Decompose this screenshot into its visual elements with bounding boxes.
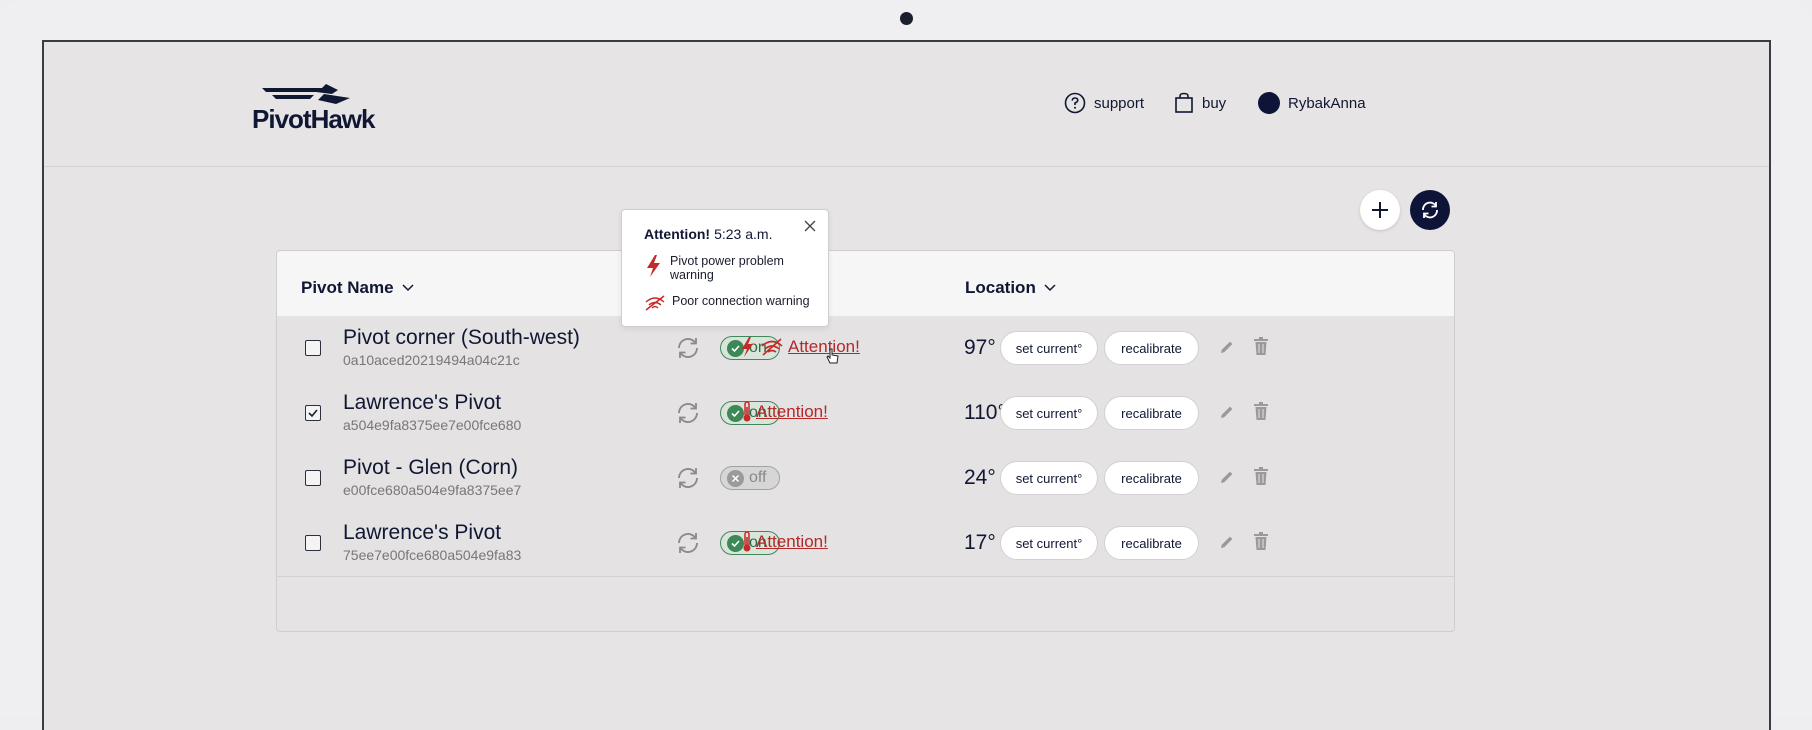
recalibrate-button[interactable]: recalibrate bbox=[1104, 461, 1199, 495]
trash-icon[interactable] bbox=[1253, 401, 1269, 421]
check-icon bbox=[308, 409, 318, 418]
location-degrees: 97° bbox=[964, 336, 996, 359]
pivot-table: Pivot Name Location Pivot corner (South-… bbox=[276, 250, 1455, 632]
pivot-name: Lawrence's Pivot bbox=[343, 391, 502, 414]
recalibrate-button[interactable]: recalibrate bbox=[1104, 396, 1199, 430]
pivot-name: Pivot corner (South-west) bbox=[343, 326, 580, 349]
support-link[interactable]: support bbox=[1064, 92, 1144, 114]
set-current-button[interactable]: set current° bbox=[1000, 331, 1098, 365]
attention-link[interactable]: Attention! bbox=[756, 532, 828, 552]
add-pivot-button[interactable] bbox=[1360, 190, 1400, 230]
alert-group: Attention! bbox=[740, 336, 860, 358]
close-icon[interactable] bbox=[804, 220, 816, 232]
support-label: support bbox=[1094, 94, 1145, 112]
connection-warning-icon bbox=[761, 338, 783, 356]
trash-icon[interactable] bbox=[1253, 336, 1269, 356]
alert-group: Attention! bbox=[742, 401, 828, 423]
hand-cursor-icon bbox=[826, 348, 839, 364]
column-location[interactable]: Location bbox=[965, 278, 1056, 298]
pencil-icon[interactable] bbox=[1219, 469, 1235, 485]
brand-name: PivotHawk bbox=[252, 104, 375, 134]
popup-title: Attention! 5:23 a.m. bbox=[644, 226, 773, 242]
top-bar: PivotHawk support buy RybakAnna bbox=[44, 42, 1769, 167]
attention-link[interactable]: Attention! bbox=[756, 402, 828, 422]
connection-warning-icon bbox=[645, 295, 665, 311]
chevron-down-icon bbox=[402, 284, 414, 292]
buy-label: buy bbox=[1202, 94, 1227, 112]
popup-item-connection: Poor connection warning bbox=[644, 294, 810, 312]
status-label: off bbox=[749, 469, 767, 486]
sync-icon[interactable] bbox=[674, 399, 702, 427]
pivot-name: Pivot - Glen (Corn) bbox=[343, 456, 519, 479]
location-degrees: 17° bbox=[964, 531, 996, 554]
pivot-id: 0a10aced20219494a04c21c bbox=[343, 352, 520, 368]
refresh-all-button[interactable] bbox=[1410, 190, 1450, 230]
sync-icon[interactable] bbox=[674, 529, 702, 557]
set-current-button[interactable]: set current° bbox=[1000, 396, 1098, 430]
buy-link[interactable]: buy bbox=[1174, 92, 1226, 114]
sync-icon[interactable] bbox=[674, 334, 702, 362]
recalibrate-button[interactable]: recalibrate bbox=[1104, 331, 1199, 365]
pivot-id: a504e9fa8375ee7e00fce680 bbox=[343, 417, 522, 433]
popup-time: 5:23 a.m. bbox=[714, 226, 773, 242]
attention-link[interactable]: Attention! bbox=[788, 337, 860, 357]
user-name: RybakAnna bbox=[1288, 94, 1366, 112]
alert-group: Attention! bbox=[742, 531, 828, 553]
sync-icon[interactable] bbox=[674, 464, 702, 492]
popup-item-power: Pivot power problem warning bbox=[644, 254, 814, 282]
shopping-bag-icon bbox=[1175, 92, 1193, 113]
pencil-icon[interactable] bbox=[1219, 404, 1235, 420]
row-checkbox[interactable] bbox=[305, 405, 321, 421]
recalibrate-button[interactable]: recalibrate bbox=[1104, 526, 1199, 560]
pivot-name: Lawrence's Pivot bbox=[343, 521, 502, 544]
table-row[interactable]: Pivot corner (South-west) 0a10aced202194… bbox=[277, 316, 1454, 382]
chevron-down-icon bbox=[1044, 284, 1056, 292]
column-pivot-name[interactable]: Pivot Name bbox=[301, 278, 414, 298]
row-checkbox[interactable] bbox=[305, 470, 321, 486]
pencil-icon[interactable] bbox=[1219, 339, 1235, 355]
table-row[interactable]: Pivot - Glen (Corn) e00fce680a504e9fa837… bbox=[277, 446, 1454, 512]
x-circle-icon bbox=[727, 469, 744, 487]
thermometer-icon bbox=[743, 401, 751, 422]
laptop-frame: PivotHawk support buy RybakAnna Pivot Na… bbox=[0, 0, 1812, 730]
power-warning-icon bbox=[742, 337, 753, 357]
plus-icon bbox=[1372, 202, 1388, 218]
row-checkbox[interactable] bbox=[305, 535, 321, 551]
camera-dot bbox=[900, 12, 913, 25]
trash-icon[interactable] bbox=[1253, 531, 1269, 551]
row-checkbox[interactable] bbox=[305, 340, 321, 356]
help-circle-icon bbox=[1064, 92, 1086, 114]
table-row[interactable]: Lawrence's Pivot 75ee7e00fce680a504e9fa8… bbox=[277, 511, 1454, 577]
set-current-button[interactable]: set current° bbox=[1000, 526, 1098, 560]
user-avatar bbox=[1258, 92, 1280, 114]
pivot-id: e00fce680a504e9fa8375ee7 bbox=[343, 482, 522, 498]
attention-popup: Attention! 5:23 a.m. Pivot power problem … bbox=[621, 209, 829, 327]
location-degrees: 24° bbox=[964, 466, 996, 489]
set-current-button[interactable]: set current° bbox=[1000, 461, 1098, 495]
pencil-icon[interactable] bbox=[1219, 534, 1235, 550]
table-row[interactable]: Lawrence's Pivot a504e9fa8375ee7e00fce68… bbox=[277, 381, 1454, 447]
pivot-id: 75ee7e00fce680a504e9fa83 bbox=[343, 547, 522, 563]
status-toggle[interactable]: off bbox=[720, 466, 780, 490]
trash-icon[interactable] bbox=[1253, 466, 1269, 486]
user-menu[interactable]: RybakAnna bbox=[1258, 92, 1366, 114]
thermometer-icon bbox=[743, 531, 751, 552]
refresh-icon bbox=[1422, 201, 1438, 219]
power-warning-icon bbox=[647, 255, 660, 277]
